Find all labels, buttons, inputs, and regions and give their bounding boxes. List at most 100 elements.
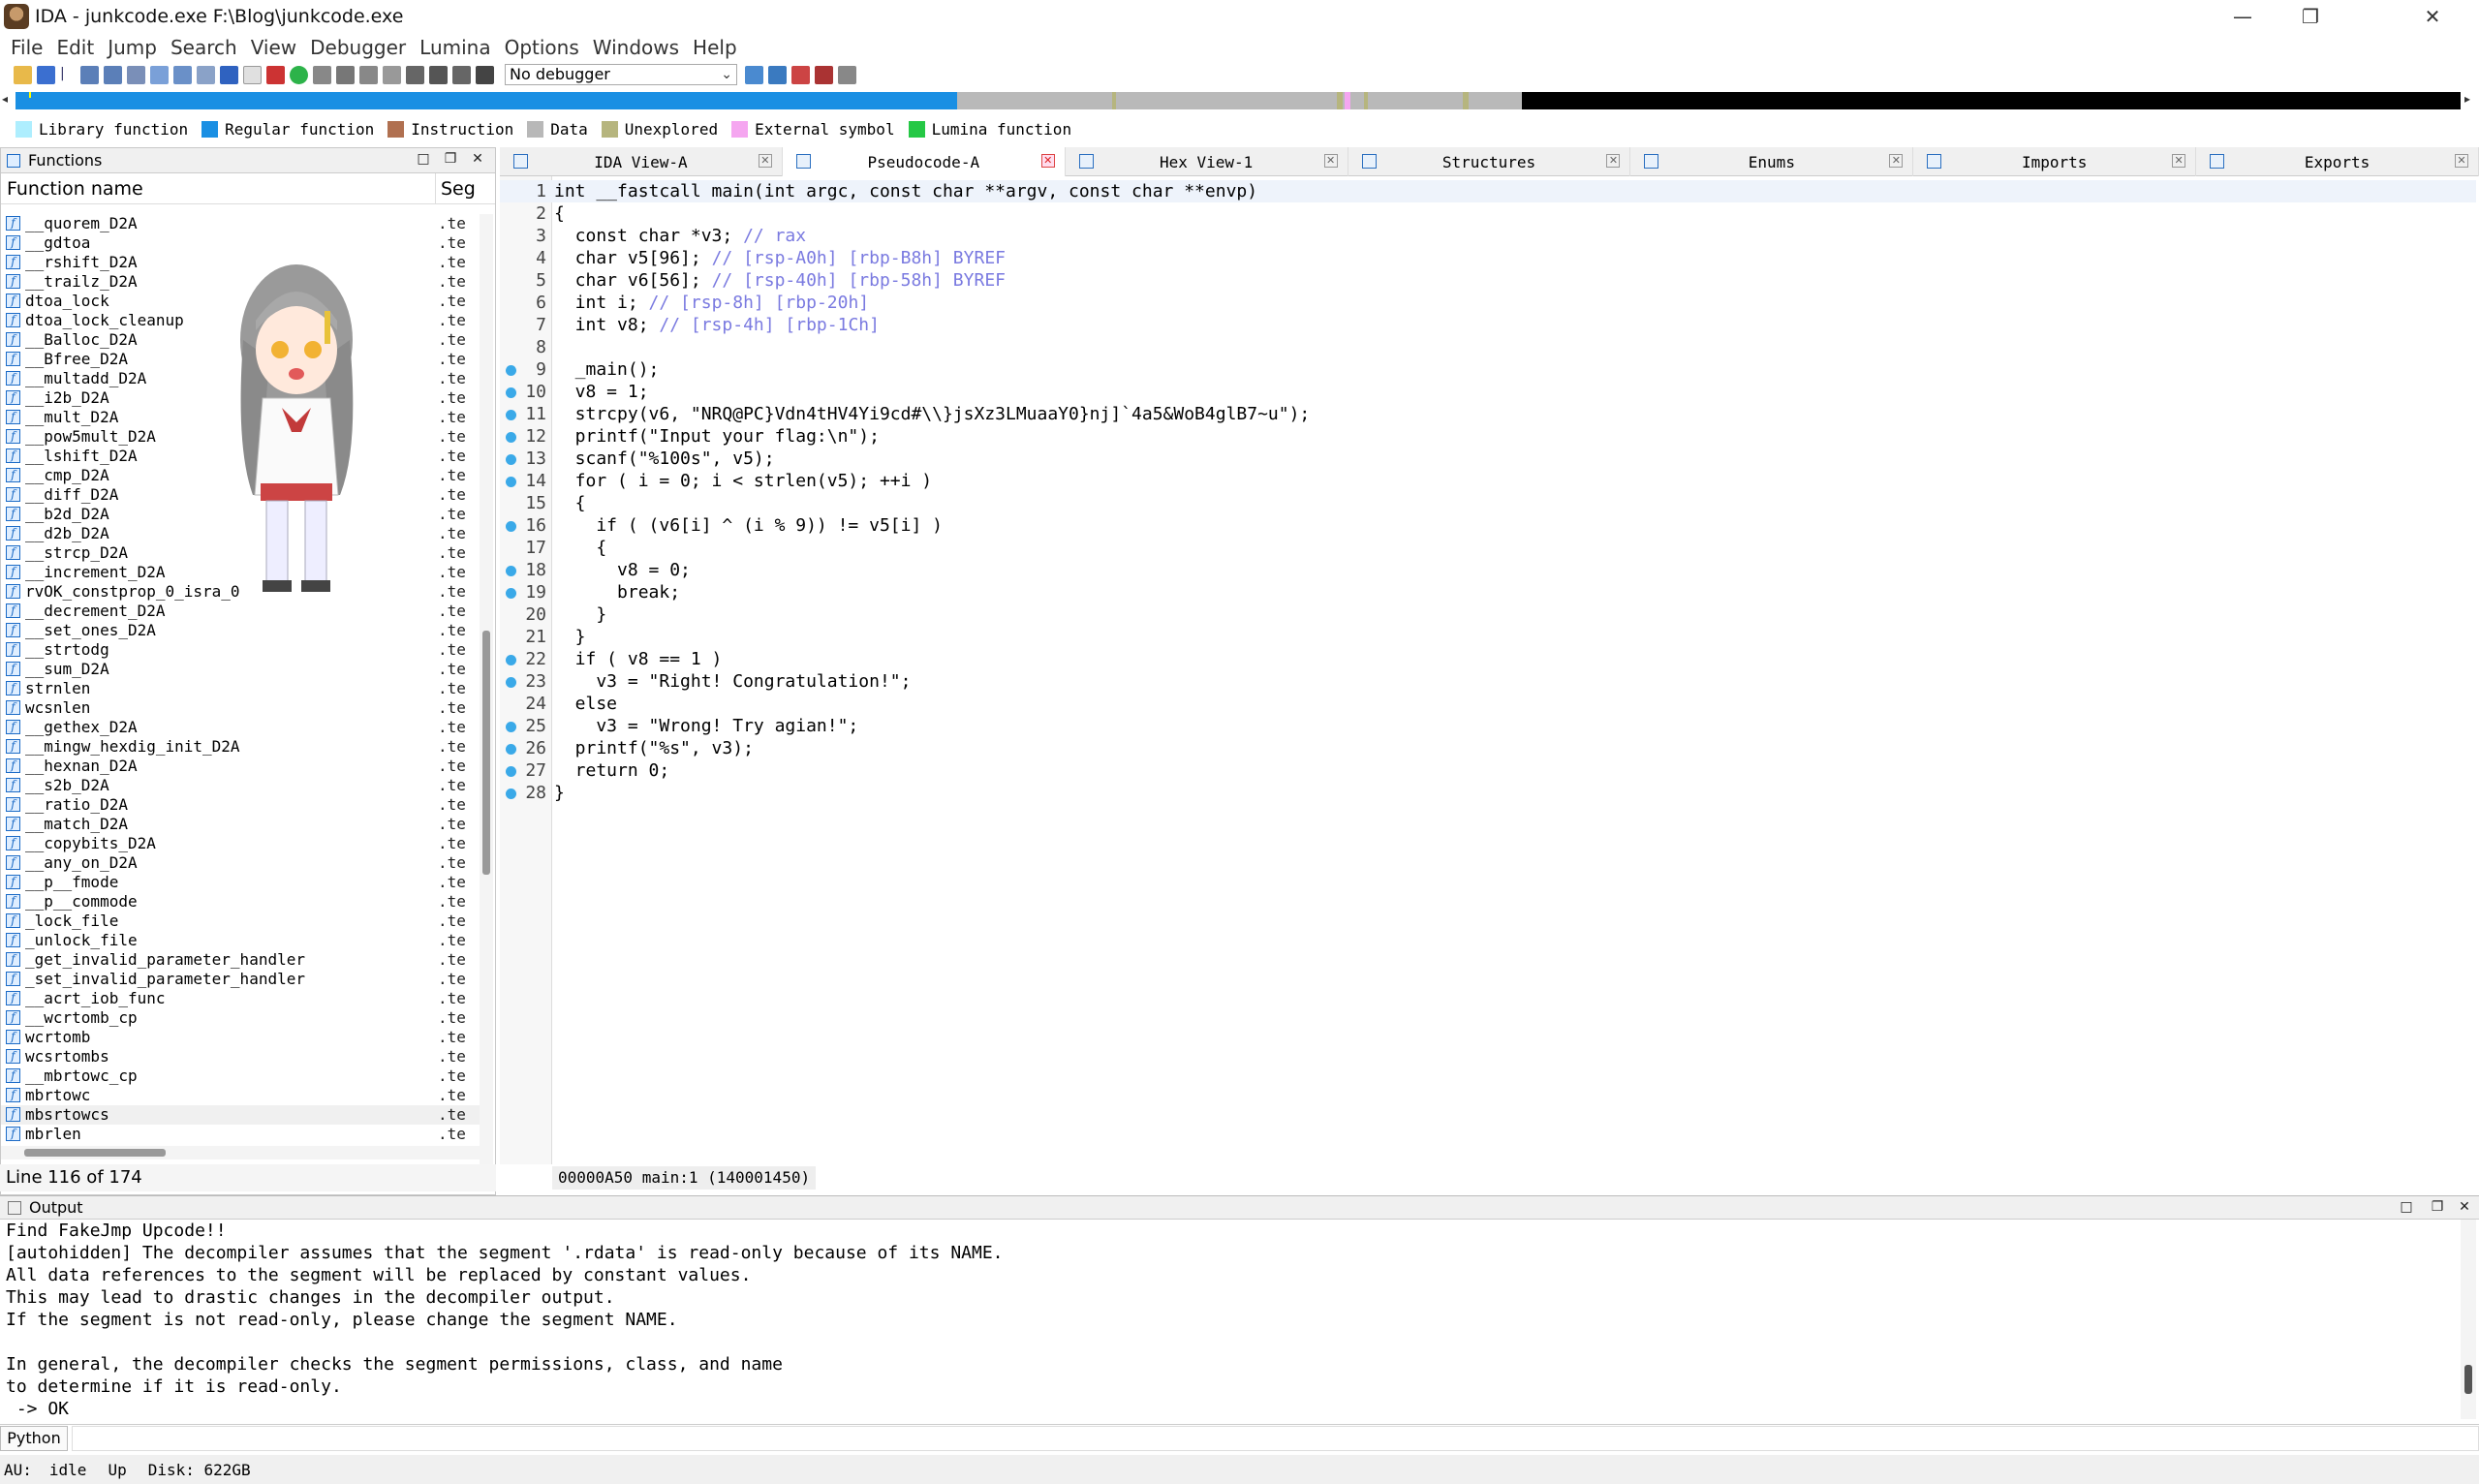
code-line[interactable]: 21 } xyxy=(500,626,2476,648)
navigation-band[interactable] xyxy=(15,92,2461,109)
search-direction[interactable]: Up xyxy=(108,1461,126,1479)
code-text[interactable]: int __fastcall main(int argc, const char… xyxy=(554,180,1257,202)
code-line[interactable]: 5 char v6[56]; // [rsp-40h] [rbp-58h] BY… xyxy=(500,269,2476,292)
functions-horizontal-scrollbar[interactable] xyxy=(1,1146,480,1159)
function-row[interactable]: f wcsrtombs .te xyxy=(1,1047,481,1067)
function-row[interactable]: f __gdtoa .te xyxy=(1,233,481,253)
function-row[interactable]: f wcsnlen .te xyxy=(1,698,481,718)
code-text[interactable]: break; xyxy=(554,581,680,603)
function-row[interactable]: f __mbrtowc_cp .te xyxy=(1,1067,481,1086)
functions-vertical-scroll-thumb[interactable] xyxy=(482,631,490,875)
code-line[interactable]: 2{ xyxy=(500,202,2476,225)
run-icon[interactable] xyxy=(290,65,308,84)
code-text[interactable]: int v8; // [rsp-4h] [rbp-1Ch] xyxy=(554,314,880,336)
function-row[interactable]: f __decrement_D2A .te xyxy=(1,602,481,621)
maximize-button[interactable]: ❐ xyxy=(2277,0,2344,33)
output-close-icon[interactable]: ✕ xyxy=(2457,1199,2472,1215)
code-line[interactable]: 6 int i; // [rsp-8h] [rbp-20h] xyxy=(500,292,2476,314)
paste-icon[interactable] xyxy=(173,65,192,84)
function-row[interactable]: f _lock_file .te xyxy=(1,912,481,931)
menu-windows[interactable]: Windows xyxy=(593,36,679,59)
code-text[interactable]: { xyxy=(554,492,586,514)
command-input[interactable] xyxy=(72,1425,2479,1451)
code-line[interactable]: 26 printf("%s", v3); xyxy=(500,737,2476,759)
code-line[interactable]: 12 printf("Input your flag:\n"); xyxy=(500,425,2476,448)
menu-debugger[interactable]: Debugger xyxy=(310,36,406,59)
function-row[interactable]: f strnlen .te xyxy=(1,679,481,698)
code-text[interactable]: v3 = "Right! Congratulation!"; xyxy=(554,670,911,693)
function-row[interactable]: f __sum_D2A .te xyxy=(1,660,481,679)
function-row[interactable]: f __acrt_iob_func .te xyxy=(1,989,481,1008)
find-icon[interactable] xyxy=(197,65,215,84)
code-line[interactable]: 8 xyxy=(500,336,2476,358)
tab-close-icon[interactable]: ✕ xyxy=(758,154,772,168)
graph-icon[interactable] xyxy=(266,65,285,84)
function-row[interactable]: f mbsrtowcs .te xyxy=(1,1105,481,1125)
tab-pseudocode-a[interactable]: Pseudocode-A ✕ xyxy=(782,147,1066,176)
function-row[interactable]: f mbrtowc .te xyxy=(1,1086,481,1105)
code-text[interactable]: v8 = 1; xyxy=(554,381,649,403)
code-text[interactable]: return 0; xyxy=(554,759,670,782)
code-line[interactable]: 27 return 0; xyxy=(500,759,2476,782)
output-scrollbar[interactable] xyxy=(2461,1220,2476,1419)
minimize-button[interactable]: — xyxy=(2209,0,2277,33)
menu-search[interactable]: Search xyxy=(170,36,237,59)
code-line[interactable]: 17 { xyxy=(500,537,2476,559)
tab-close-icon[interactable]: ✕ xyxy=(1040,154,1055,168)
maximize-panel-icon[interactable]: □ xyxy=(416,151,431,167)
code-text[interactable]: v8 = 0; xyxy=(554,559,691,581)
save-icon[interactable] xyxy=(37,65,55,84)
code-line[interactable]: 24 else xyxy=(500,693,2476,715)
column-function-name[interactable]: Function name xyxy=(7,178,143,200)
function-row[interactable]: f __ratio_D2A .te xyxy=(1,795,481,815)
function-row[interactable]: f __wcrtomb_cp .te xyxy=(1,1008,481,1028)
code-text[interactable]: else xyxy=(554,693,617,715)
tab-structures[interactable]: Structures ✕ xyxy=(1348,147,1631,176)
code-text[interactable]: const char *v3; // rax xyxy=(554,225,806,247)
menu-file[interactable]: File xyxy=(11,36,43,59)
output-scroll-thumb[interactable] xyxy=(2464,1365,2472,1394)
code-text[interactable]: v3 = "Wrong! Try agian!"; xyxy=(554,715,858,737)
code-line[interactable]: 7 int v8; // [rsp-4h] [rbp-1Ch] xyxy=(500,314,2476,336)
tab-imports[interactable]: Imports ✕ xyxy=(1913,147,2197,176)
debugger-refresh-icon[interactable] xyxy=(768,65,787,84)
function-row[interactable]: f __p__commode .te xyxy=(1,892,481,912)
menu-lumina[interactable]: Lumina xyxy=(419,36,490,59)
code-line[interactable]: 3 const char *v3; // rax xyxy=(500,225,2476,247)
output-log[interactable]: Find FakeJmp Upcode!! [autohidden] The de… xyxy=(6,1220,2447,1419)
code-line[interactable]: 4 char v5[96]; // [rsp-A0h] [rbp-B8h] BY… xyxy=(500,247,2476,269)
pseudocode-view[interactable]: 1 int __fastcall main(int argc, const cha… xyxy=(500,176,2479,1190)
function-row[interactable]: f __copybits_D2A .te xyxy=(1,834,481,853)
tab-enums[interactable]: Enums ✕ xyxy=(1630,147,1914,176)
code-line[interactable]: 14 for ( i = 0; i < strlen(v5); ++i ) xyxy=(500,470,2476,492)
tab-close-icon[interactable]: ✕ xyxy=(1889,154,1904,168)
debugger-options-icon[interactable] xyxy=(745,65,763,84)
cross-ref-icon[interactable] xyxy=(406,65,424,84)
function-row[interactable]: f _set_invalid_parameter_handler .te xyxy=(1,970,481,989)
enum-icon[interactable] xyxy=(336,65,355,84)
play-icon[interactable] xyxy=(429,65,448,84)
function-row[interactable]: f __p__fmode .te xyxy=(1,873,481,892)
function-row[interactable]: f _get_invalid_parameter_handler .te xyxy=(1,950,481,970)
functions-vertical-scrollbar[interactable] xyxy=(480,214,493,1183)
func-icon[interactable] xyxy=(359,65,378,84)
tab-close-icon[interactable]: ✕ xyxy=(1606,154,1621,168)
code-text[interactable]: } xyxy=(554,603,606,626)
code-text[interactable]: _main(); xyxy=(554,358,660,381)
close-button[interactable]: ✕ xyxy=(2399,0,2466,33)
struct-icon[interactable] xyxy=(313,65,331,84)
column-segment[interactable]: Seg xyxy=(441,178,476,200)
code-text[interactable]: char v6[56]; // [rsp-40h] [rbp-58h] BYRE… xyxy=(554,269,1006,292)
function-row[interactable]: f __set_ones_D2A .te xyxy=(1,621,481,640)
code-line[interactable]: 23 v3 = "Right! Congratulation!"; xyxy=(500,670,2476,693)
patch-icon[interactable] xyxy=(383,65,401,84)
code-line[interactable]: 10 v8 = 1; xyxy=(500,381,2476,403)
code-text[interactable]: if ( v8 == 1 ) xyxy=(554,648,723,670)
code-text[interactable]: scanf("%100s", v5); xyxy=(554,448,775,470)
function-row[interactable]: f __strtodg .te xyxy=(1,640,481,660)
output-float-icon[interactable]: ❐ xyxy=(2430,1199,2445,1215)
function-row[interactable]: f __s2b_D2A .te xyxy=(1,776,481,795)
function-row[interactable]: f __gethex_D2A .te xyxy=(1,718,481,737)
code-text[interactable]: printf("Input your flag:\n"); xyxy=(554,425,880,448)
float-panel-icon[interactable]: ❐ xyxy=(443,151,458,167)
